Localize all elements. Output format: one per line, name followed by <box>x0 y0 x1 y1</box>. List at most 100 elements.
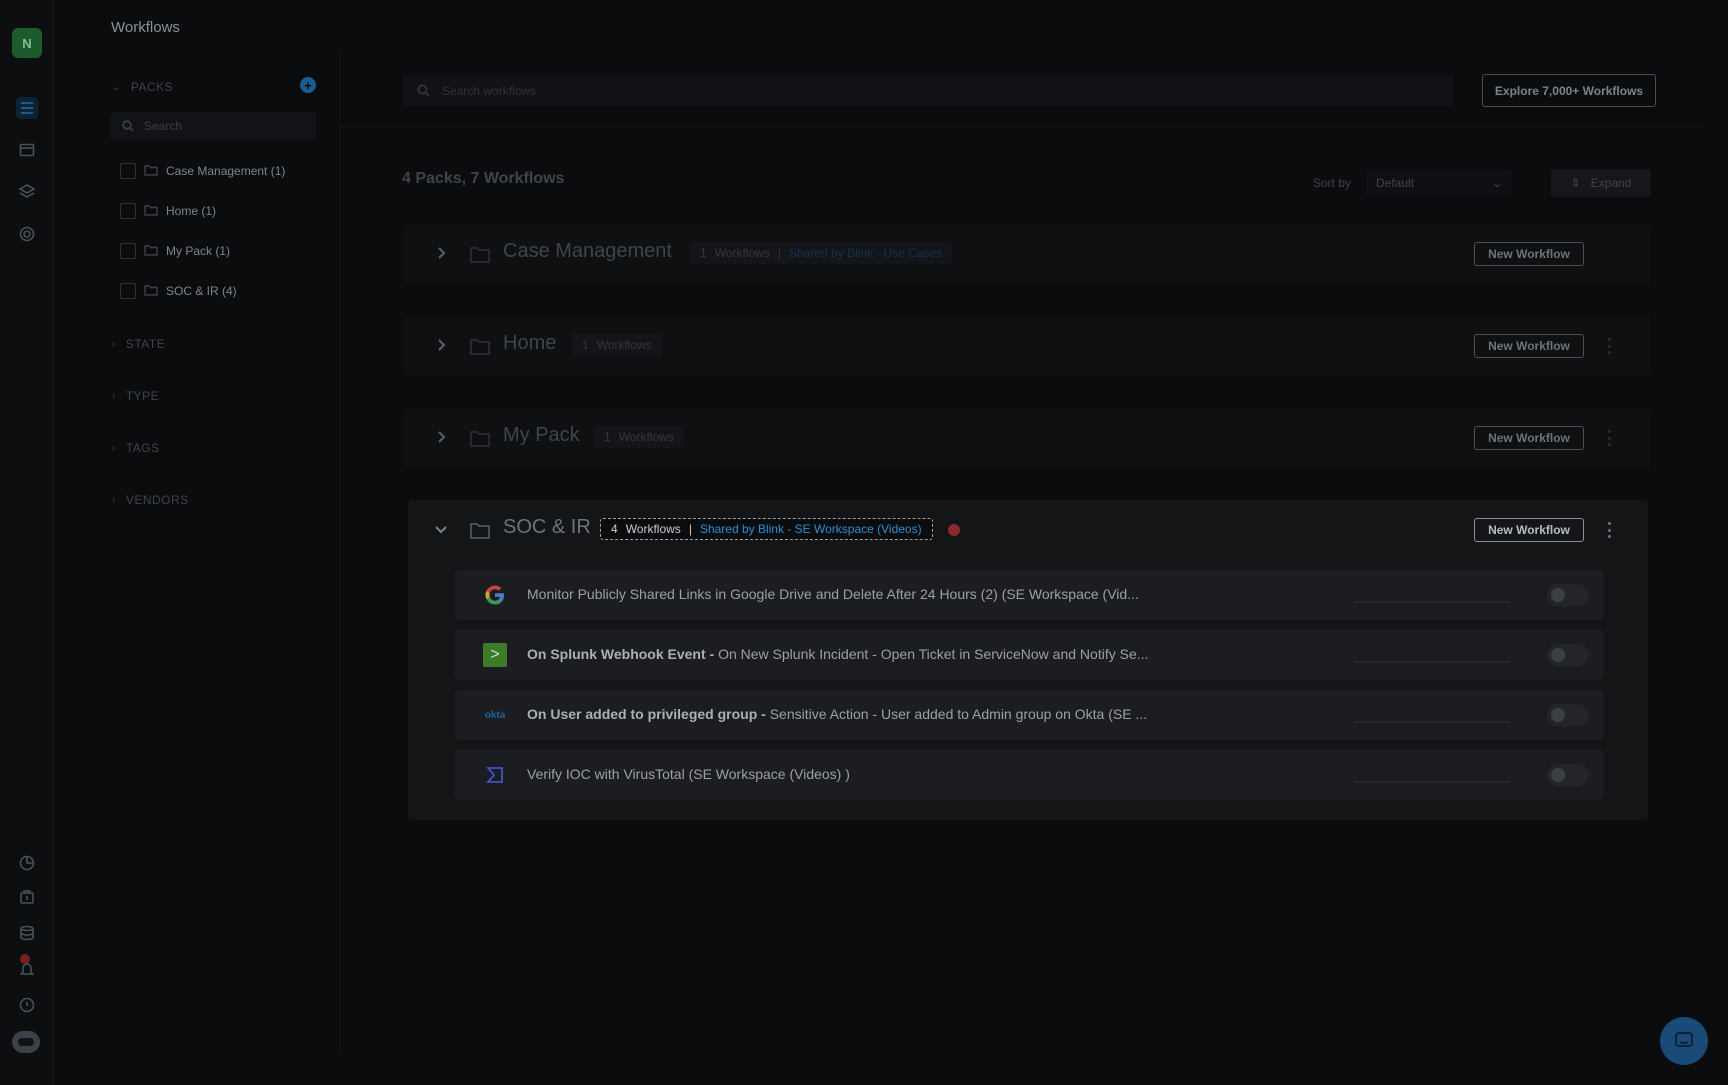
checkbox[interactable] <box>120 283 136 299</box>
pack-filter-item[interactable]: SOC & IR (4) <box>120 283 237 299</box>
activity-sparkline <box>1355 661 1509 663</box>
workflow-count: 1 <box>582 338 589 352</box>
pack-filter-item[interactable]: Home (1) <box>120 203 216 219</box>
terminal-icon: > <box>483 643 507 667</box>
pack-filter-item[interactable]: Case Management (1) <box>120 163 285 179</box>
section-label: TYPE <box>125 389 160 403</box>
checkbox[interactable] <box>120 203 136 219</box>
workflow-search[interactable] <box>403 75 1453 106</box>
shared-by-link[interactable]: Shared by Blink - SE Workspace (Videos) <box>700 522 922 536</box>
more-options-icon[interactable] <box>1604 520 1614 540</box>
workflow-enable-toggle[interactable] <box>1547 584 1589 606</box>
type-section-header[interactable]: › TYPE <box>112 389 159 403</box>
workflow-search-input[interactable] <box>442 83 1242 98</box>
pack-filter-label: Case Management (1) <box>166 164 286 178</box>
help-nav-icon[interactable] <box>16 994 38 1016</box>
chevron-right-icon[interactable] <box>434 338 448 352</box>
packs-section-header[interactable]: ⌄ PACKS <box>112 80 173 94</box>
dashboard-nav-icon[interactable] <box>16 852 38 874</box>
section-label: TAGS <box>125 441 160 455</box>
workflow-title: On Splunk Webhook Event - On New Splunk … <box>527 646 1149 662</box>
shared-by-link[interactable]: Shared by Blink - Use Cases <box>789 246 942 260</box>
chevron-down-icon[interactable] <box>434 522 448 536</box>
workflows-nav-icon[interactable] <box>16 97 38 119</box>
filter-sidebar <box>54 50 340 1050</box>
workflow-title: Monitor Publicly Shared Links in Google … <box>527 586 1139 602</box>
folder-icon <box>144 284 158 299</box>
workflow-count-label: Workflows <box>714 246 770 260</box>
workflow-row[interactable]: Verify IOC with VirusTotal (SE Workspace… <box>455 750 1604 800</box>
pack-header[interactable]: Case Management 1 Workflows | Shared by … <box>404 224 1651 284</box>
workflow-count: 1 <box>700 246 707 260</box>
chat-icon <box>1675 1032 1693 1047</box>
folder-icon <box>470 338 490 360</box>
pack-search-input[interactable] <box>144 119 294 133</box>
settings-nav-icon[interactable] <box>16 223 38 245</box>
activity-sparkline <box>1355 781 1509 783</box>
plus-icon[interactable]: + <box>300 77 316 93</box>
workflow-count-label: Workflows <box>618 430 674 444</box>
more-options-icon[interactable] <box>1604 428 1614 448</box>
separator: | <box>777 246 781 260</box>
chevron-right-icon[interactable] <box>434 430 448 444</box>
vendors-section-header[interactable]: › VENDORS <box>112 493 189 507</box>
checkbox[interactable] <box>120 163 136 179</box>
notification-badge <box>20 954 30 964</box>
pack-filter-item[interactable]: My Pack (1) <box>120 243 230 259</box>
pack-filter-label: SOC & IR (4) <box>166 284 237 298</box>
new-workflow-button[interactable]: New Workflow <box>1474 518 1584 542</box>
pack-header[interactable]: Home 1 Workflows New Workflow <box>404 316 1651 376</box>
pack-search[interactable] <box>110 112 316 140</box>
icon-rail: N <box>0 0 54 1085</box>
workflow-enable-toggle[interactable] <box>1547 644 1589 666</box>
state-section-header[interactable]: › STATE <box>112 337 165 351</box>
packs-summary: 4 Packs, 7 Workflows <box>402 170 565 187</box>
more-options-icon[interactable] <box>1604 336 1614 356</box>
explore-workflows-button[interactable]: Explore 7,000+ Workflows <box>1482 74 1656 107</box>
assistant-bot-icon[interactable] <box>12 1031 40 1053</box>
google-icon <box>483 583 507 607</box>
avatar[interactable]: N <box>12 28 42 58</box>
workflow-row[interactable]: Monitor Publicly Shared Links in Google … <box>455 570 1604 620</box>
checkbox[interactable] <box>120 243 136 259</box>
pack-card: Home 1 Workflows New Workflow <box>404 316 1651 376</box>
expand-label: Expand <box>1590 176 1632 190</box>
new-workflow-button[interactable]: New Workflow <box>1474 242 1584 266</box>
workflow-count-label: Workflows <box>625 522 681 536</box>
chevron-right-icon[interactable] <box>434 246 448 260</box>
new-workflow-button[interactable]: New Workflow <box>1474 334 1584 358</box>
app-window: N Workflows ⌄ PACKS + Search Case Manage… <box>0 0 1728 1085</box>
pack-card-expanded: SOC & IR 4 Workflows | Shared by Blink -… <box>408 500 1648 820</box>
folder-icon <box>144 164 158 179</box>
database-nav-icon[interactable] <box>16 922 38 944</box>
pack-header[interactable]: SOC & IR 4 Workflows | Shared by Blink -… <box>408 500 1648 560</box>
expand-button[interactable]: ⇕ Expand <box>1551 169 1651 197</box>
expand-icon: ⇕ <box>1570 176 1581 190</box>
workflow-row[interactable]: okta On User added to privileged group -… <box>455 690 1604 740</box>
folder-icon <box>470 522 490 544</box>
connections-nav-icon[interactable] <box>16 886 38 908</box>
new-workflow-button[interactable]: New Workflow <box>1474 426 1584 450</box>
page-title: Workflows <box>111 19 180 36</box>
pack-meta-badge: 1 Workflows <box>594 426 684 448</box>
pack-filter-label: Home (1) <box>166 204 217 218</box>
layers-nav-icon[interactable] <box>16 181 38 203</box>
chat-support-button[interactable] <box>1660 1017 1708 1065</box>
sort-select[interactable]: Default ⌄ <box>1366 170 1512 196</box>
pack-meta-badge: 1 Workflows <box>572 334 662 356</box>
pack-header[interactable]: My Pack 1 Workflows New Workflow <box>404 408 1651 468</box>
okta-icon: okta <box>484 709 506 721</box>
folder-icon <box>470 430 490 452</box>
workflow-enable-toggle[interactable] <box>1547 704 1589 726</box>
virustotal-icon <box>483 763 507 787</box>
workflow-row[interactable]: > On Splunk Webhook Event - On New Splun… <box>455 630 1604 680</box>
alert-indicator <box>948 524 960 536</box>
pack-card: Case Management 1 Workflows | Shared by … <box>404 224 1651 284</box>
folder-icon <box>144 244 158 259</box>
calendar-nav-icon[interactable] <box>16 139 38 161</box>
pack-name: SOC & IR <box>503 516 591 538</box>
workflow-enable-toggle[interactable] <box>1547 764 1589 786</box>
tags-section-header[interactable]: › TAGS <box>112 441 160 455</box>
folder-icon <box>470 246 490 268</box>
divider <box>340 126 1700 127</box>
